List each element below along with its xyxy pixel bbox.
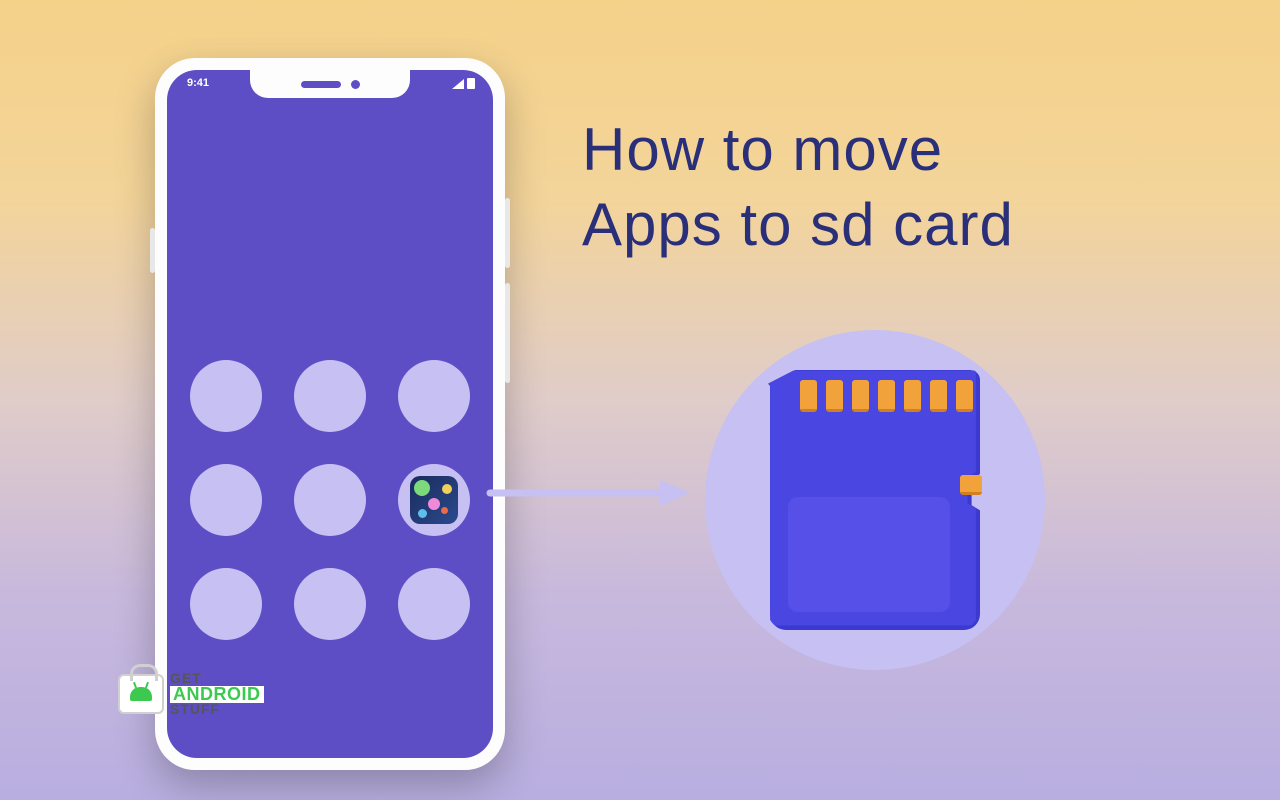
android-icon: [130, 687, 152, 701]
sd-card-pins: [800, 380, 973, 412]
phone-side-button: [150, 228, 155, 273]
sd-label-area: [788, 497, 950, 612]
app-placeholder: [190, 464, 262, 536]
sd-card-circle: [705, 330, 1045, 670]
battery-icon: [467, 78, 475, 89]
watermark-line3: STUFF: [170, 703, 264, 716]
watermark-logo: GET ANDROID STUFF: [118, 672, 264, 716]
phone-lock-button: [505, 198, 510, 268]
sd-card-icon: [770, 370, 980, 630]
app-placeholder: [294, 568, 366, 640]
sd-lock-tab: [960, 475, 982, 495]
phone-screen: 9:41: [167, 70, 493, 758]
headline-line1: How to move: [582, 112, 1014, 187]
status-bar: 9:41: [167, 75, 493, 97]
move-arrow-icon: [490, 478, 690, 508]
app-placeholder: [294, 360, 366, 432]
app-placeholder: [398, 360, 470, 432]
signal-icon: [452, 79, 464, 89]
status-icons: [452, 78, 475, 89]
phone-mockup: 9:41: [155, 58, 505, 770]
app-to-move-icon: [398, 464, 470, 536]
status-time: 9:41: [187, 77, 209, 89]
app-placeholder: [190, 568, 262, 640]
headline: How to move Apps to sd card: [582, 112, 1014, 262]
app-placeholder: [294, 464, 366, 536]
headline-line2: Apps to sd card: [582, 187, 1014, 262]
app-placeholder: [398, 568, 470, 640]
app-placeholder: [190, 360, 262, 432]
phone-volume-button: [505, 283, 510, 383]
app-grid: [167, 360, 493, 640]
bag-icon: [118, 674, 164, 714]
